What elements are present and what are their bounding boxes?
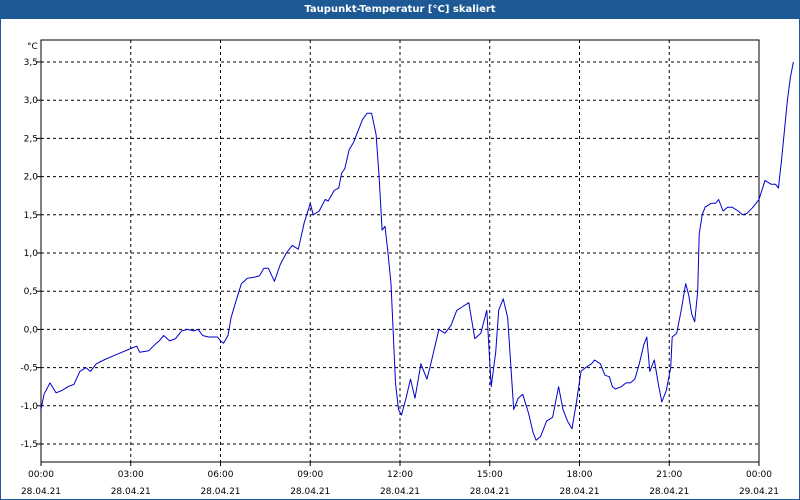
y-tick-label: 3,5 — [24, 58, 38, 68]
y-tick-label: -1,5 — [20, 440, 38, 450]
x-tick-date: 28.04.21 — [649, 487, 689, 497]
dew-point-chart: 3,5 3,0 2,5 2,0 1,5 1,0 0,5 0,0 -0,5 -1,0 -1,5 00:… — [20, 39, 794, 497]
chart-window: Taupunkt-Temperatur [°C] skaliert 3,5 3,0… — [0, 0, 800, 500]
x-tick-time: 15:00 — [477, 470, 503, 480]
x-tick-time: 21:00 — [656, 470, 682, 480]
x-tick-date: 28.04.21 — [200, 487, 240, 497]
y-tick-label: 2,5 — [24, 134, 38, 144]
x-tick-time: 18:00 — [567, 470, 593, 480]
y-tick-label: 0,0 — [24, 325, 39, 335]
series-group — [40, 61, 794, 441]
x-tick-time: 00:00 — [746, 470, 772, 480]
x-tick-date: 29.04.21 — [739, 487, 779, 497]
x-tick-date: 28.04.21 — [290, 487, 330, 497]
x-axis: 00:00 28.04.21 03:00 28.04.21 06:00 28.04.21 0… — [21, 462, 779, 497]
x-tick-date: 28.04.21 — [380, 487, 420, 497]
series-line — [40, 61, 794, 441]
y-axis-unit: °C — [27, 42, 38, 52]
x-tick-time: 12:00 — [387, 470, 413, 480]
x-tick-time: 06:00 — [208, 470, 234, 480]
y-tick-label: 0,5 — [24, 287, 38, 297]
y-tick-label: -1,0 — [20, 402, 38, 412]
x-tick-date: 28.04.21 — [21, 487, 61, 497]
y-axis: 3,5 3,0 2,5 2,0 1,5 1,0 0,5 0,0 -0,5 -1,0 -1,5 — [20, 58, 41, 450]
y-tick-label: 2,0 — [24, 173, 39, 183]
y-tick-label: 1,0 — [24, 249, 39, 259]
x-tick-date: 28.04.21 — [111, 487, 151, 497]
x-tick-time: 03:00 — [118, 470, 144, 480]
x-tick-date: 28.04.21 — [470, 487, 510, 497]
x-tick-time: 09:00 — [297, 470, 323, 480]
x-tick-time: 00:00 — [28, 470, 54, 480]
x-tick-date: 28.04.21 — [559, 487, 599, 497]
y-tick-label: -0,5 — [20, 364, 38, 374]
grid — [41, 40, 759, 462]
y-tick-label: 1,5 — [24, 211, 38, 221]
y-tick-label: 3,0 — [24, 96, 39, 106]
